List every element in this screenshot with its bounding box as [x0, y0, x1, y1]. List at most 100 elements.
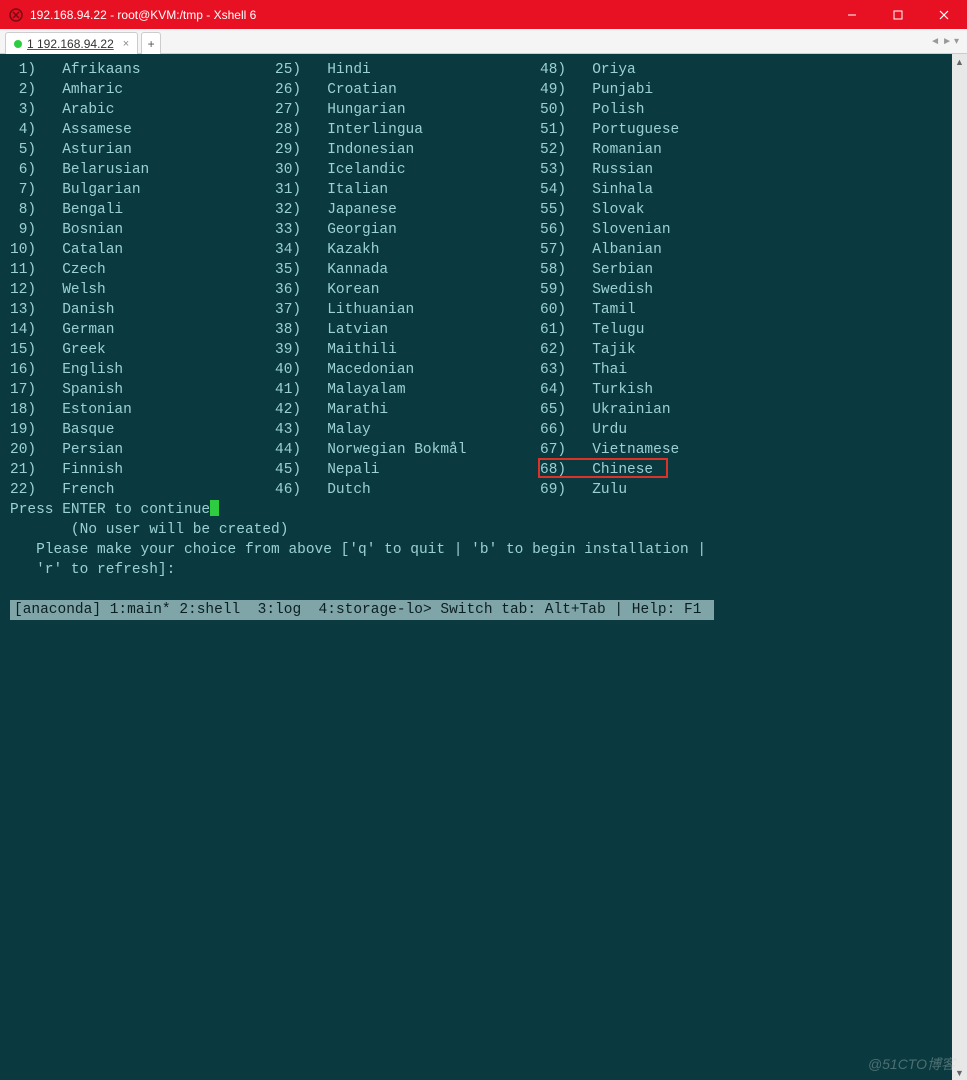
prompt-continue: Press ENTER to continue	[10, 500, 952, 520]
language-cell: 3) Arabic	[10, 100, 275, 120]
language-row: 5) Asturian 29) Indonesian 52) Romanian	[10, 140, 952, 160]
tab-next-icon[interactable]: ►	[942, 36, 952, 47]
language-cell: 69) Zulu	[540, 480, 805, 500]
language-row: 13) Danish 37) Lithuanian 60) Tamil	[10, 300, 952, 320]
language-row: 15) Greek 39) Maithili 62) Tajik	[10, 340, 952, 360]
language-cell: 6) Belarusian	[10, 160, 275, 180]
language-cell: 28) Interlingua	[275, 120, 540, 140]
language-cell: 19) Basque	[10, 420, 275, 440]
language-row: 11) Czech 35) Kannada 58) Serbian	[10, 260, 952, 280]
language-row: 19) Basque 43) Malay 66) Urdu	[10, 420, 952, 440]
tab-nav-arrows: ◄ ► ▾	[930, 29, 959, 53]
language-cell: 39) Maithili	[275, 340, 540, 360]
language-row: 18) Estonian 42) Marathi 65) Ukrainian	[10, 400, 952, 420]
language-cell: 18) Estonian	[10, 400, 275, 420]
language-cell: 35) Kannada	[275, 260, 540, 280]
language-row: 2) Amharic 26) Croatian 49) Punjabi	[10, 80, 952, 100]
prompt-no-user: (No user will be created)	[10, 520, 952, 540]
tab-prev-icon[interactable]: ◄	[930, 36, 940, 47]
add-tab-button[interactable]: +	[141, 32, 161, 54]
language-cell: 34) Kazakh	[275, 240, 540, 260]
language-row: 12) Welsh 36) Korean 59) Swedish	[10, 280, 952, 300]
language-cell: 49) Punjabi	[540, 80, 805, 100]
language-cell: 36) Korean	[275, 280, 540, 300]
language-cell: 9) Bosnian	[10, 220, 275, 240]
language-row: 4) Assamese 28) Interlingua 51) Portugue…	[10, 120, 952, 140]
language-cell: 16) English	[10, 360, 275, 380]
language-cell: 48) Oriya	[540, 60, 805, 80]
language-cell: 44) Norwegian Bokmål	[275, 440, 540, 460]
language-cell: 33) Georgian	[275, 220, 540, 240]
language-cell: 53) Russian	[540, 160, 805, 180]
close-tab-icon[interactable]: ×	[123, 38, 129, 50]
language-cell: 54) Sinhala	[540, 180, 805, 200]
language-cell: 40) Macedonian	[275, 360, 540, 380]
window-title: 192.168.94.22 - root@KVM:/tmp - Xshell 6	[30, 8, 829, 22]
language-row: 6) Belarusian 30) Icelandic 53) Russian	[10, 160, 952, 180]
language-cell: 10) Catalan	[10, 240, 275, 260]
prompt-choice2: 'r' to refresh]:	[10, 560, 952, 580]
language-row: 16) English 40) Macedonian 63) Thai	[10, 360, 952, 380]
session-tab[interactable]: 1 192.168.94.22 ×	[5, 32, 138, 54]
language-row: 8) Bengali 32) Japanese 55) Slovak	[10, 200, 952, 220]
language-cell: 22) French	[10, 480, 275, 500]
language-cell: 12) Welsh	[10, 280, 275, 300]
close-button[interactable]	[921, 0, 967, 29]
language-cell: 64) Turkish	[540, 380, 805, 400]
language-cell: 26) Croatian	[275, 80, 540, 100]
language-row: 9) Bosnian 33) Georgian 56) Slovenian	[10, 220, 952, 240]
language-cell: 38) Latvian	[275, 320, 540, 340]
language-cell: 57) Albanian	[540, 240, 805, 260]
language-cell: 60) Tamil	[540, 300, 805, 320]
language-cell: 2) Amharic	[10, 80, 275, 100]
scroll-down-icon[interactable]: ▼	[952, 1065, 967, 1080]
cursor-icon	[210, 500, 219, 516]
language-cell: 15) Greek	[10, 340, 275, 360]
language-cell: 14) German	[10, 320, 275, 340]
maximize-button[interactable]	[875, 0, 921, 29]
scroll-up-icon[interactable]: ▲	[952, 54, 967, 69]
language-cell: 11) Czech	[10, 260, 275, 280]
language-row: 3) Arabic 27) Hungarian 50) Polish	[10, 100, 952, 120]
language-cell: 29) Indonesian	[275, 140, 540, 160]
language-row: 17) Spanish 41) Malayalam 64) Turkish	[10, 380, 952, 400]
tab-strip: 1 192.168.94.22 × + ◄ ► ▾	[0, 29, 967, 54]
language-cell: 45) Nepali	[275, 460, 540, 480]
language-cell: 51) Portuguese	[540, 120, 805, 140]
language-row: 7) Bulgarian 31) Italian 54) Sinhala	[10, 180, 952, 200]
language-cell: 68) Chinese	[540, 460, 805, 480]
language-cell: 43) Malay	[275, 420, 540, 440]
language-cell: 4) Assamese	[10, 120, 275, 140]
language-cell: 58) Serbian	[540, 260, 805, 280]
language-cell: 32) Japanese	[275, 200, 540, 220]
language-cell: 8) Bengali	[10, 200, 275, 220]
language-cell: 21) Finnish	[10, 460, 275, 480]
language-cell: 1) Afrikaans	[10, 60, 275, 80]
language-cell: 30) Icelandic	[275, 160, 540, 180]
language-cell: 25) Hindi	[275, 60, 540, 80]
tmux-statusbar: [anaconda] 1:main* 2:shell 3:log 4:stora…	[10, 600, 714, 620]
language-cell: 50) Polish	[540, 100, 805, 120]
language-cell: 65) Ukrainian	[540, 400, 805, 420]
terminal-output[interactable]: 1) Afrikaans 25) Hindi 48) Oriya 2) Amha…	[0, 54, 952, 1080]
vertical-scrollbar[interactable]: ▲ ▼	[952, 54, 967, 1080]
language-cell: 46) Dutch	[275, 480, 540, 500]
language-cell: 66) Urdu	[540, 420, 805, 440]
language-cell: 63) Thai	[540, 360, 805, 380]
tab-menu-icon[interactable]: ▾	[954, 36, 959, 47]
language-row: 21) Finnish 45) Nepali 68) Chinese	[10, 460, 952, 480]
app-icon	[8, 7, 24, 23]
language-cell: 5) Asturian	[10, 140, 275, 160]
language-cell: 55) Slovak	[540, 200, 805, 220]
window-titlebar: 192.168.94.22 - root@KVM:/tmp - Xshell 6	[0, 0, 967, 29]
language-row: 22) French 46) Dutch 69) Zulu	[10, 480, 952, 500]
language-cell: 7) Bulgarian	[10, 180, 275, 200]
language-cell: 17) Spanish	[10, 380, 275, 400]
language-cell: 37) Lithuanian	[275, 300, 540, 320]
language-row: 14) German 38) Latvian 61) Telugu	[10, 320, 952, 340]
minimize-button[interactable]	[829, 0, 875, 29]
language-row: 1) Afrikaans 25) Hindi 48) Oriya	[10, 60, 952, 80]
language-cell: 13) Danish	[10, 300, 275, 320]
blank-line	[10, 580, 952, 600]
language-cell: 42) Marathi	[275, 400, 540, 420]
